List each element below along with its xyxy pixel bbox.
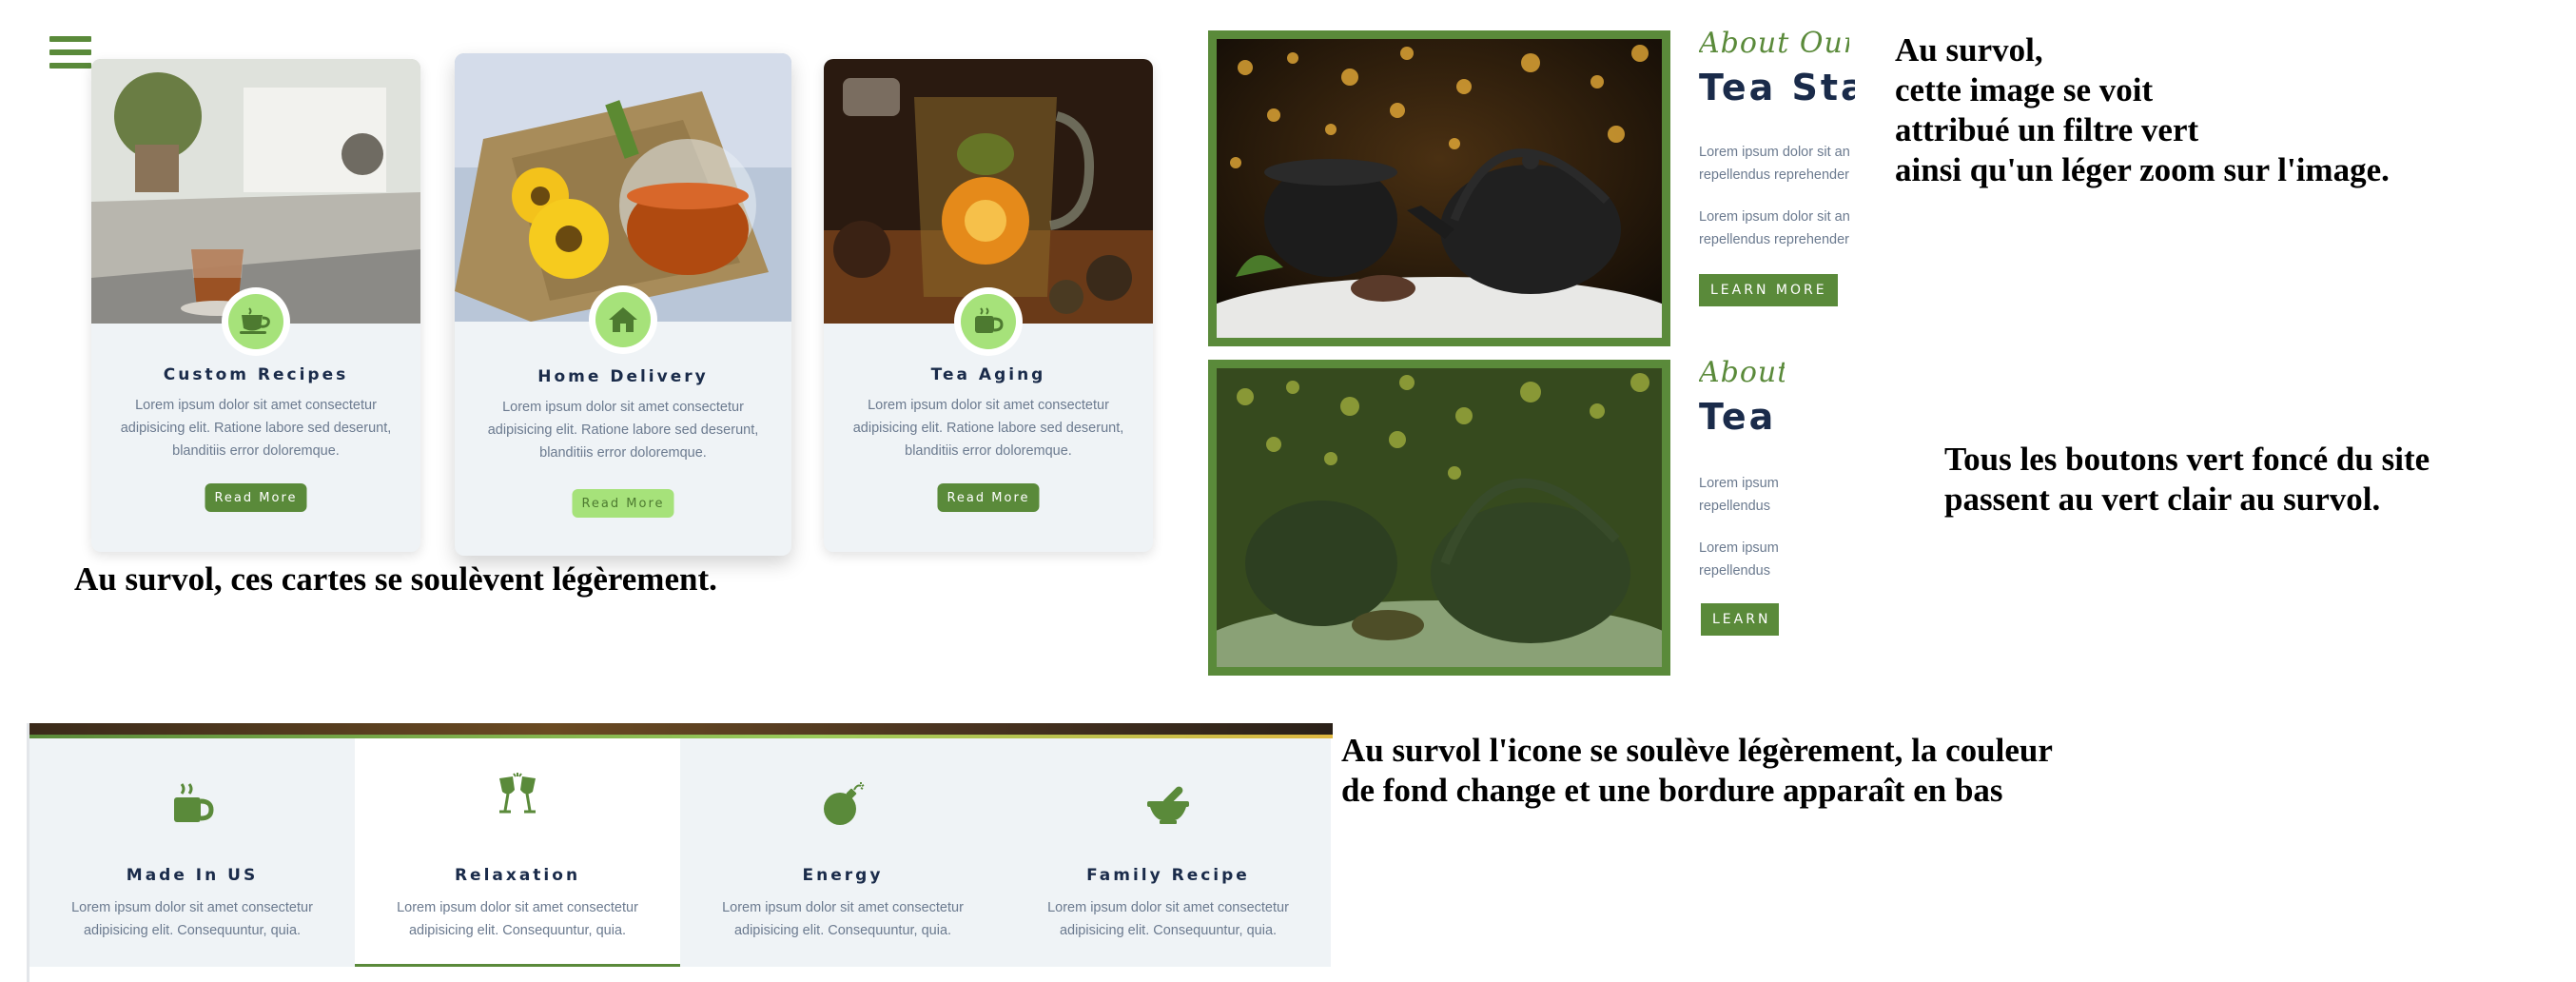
about-title: Tea	[1699, 396, 1777, 438]
feature-title: Relaxation	[454, 866, 581, 885]
service-card-tea-aging[interactable]: Tea Aging Lorem ipsum dolor sit amet con…	[824, 59, 1153, 552]
about-paragraph: Lorem ipsum dolor sit an repellendus rep…	[1699, 141, 1857, 187]
feature-title: Energy	[802, 866, 884, 885]
teapot-photo-green-filter	[1217, 368, 1662, 667]
card-icon-badge	[222, 287, 290, 356]
feature-description: Lorem ipsum dolor sit amet consectetur a…	[1047, 900, 1289, 938]
hamburger-bar	[49, 36, 91, 42]
about-paragraph: Lorem ipsum repellendus	[1699, 472, 1783, 518]
card-photo-flowers-tea	[455, 53, 791, 322]
note-line: de fond change et une bordure apparaît e…	[1341, 772, 2003, 809]
note-line: ainsi qu'un léger zoom sur l'image.	[1895, 151, 2390, 188]
mortar-pestle-icon	[1147, 786, 1189, 824]
read-more-button[interactable]: Read More	[937, 483, 1040, 512]
tea-cup-icon	[240, 307, 270, 334]
coffee-mug-icon	[174, 783, 214, 822]
service-card-home-delivery[interactable]: Home Delivery Lorem ipsum dolor sit amet…	[455, 53, 791, 556]
features-section: Made In US Lorem ipsum dolor sit amet co…	[27, 723, 1339, 982]
card-title: Home Delivery	[537, 367, 709, 386]
read-more-button[interactable]: Read More	[205, 483, 307, 512]
note-line: Au survol l'icone se soulève légèrement,…	[1341, 732, 2053, 769]
image-hover-note: Au survol, cette image se voit attribué …	[1895, 30, 2390, 190]
about-paragraph-line: repellendus	[1699, 563, 1770, 579]
feature-made-in-us[interactable]: Made In US Lorem ipsum dolor sit amet co…	[29, 738, 355, 967]
home-icon	[609, 307, 637, 332]
cards-hover-note: Au survol, ces cartes se soulèvent légèr…	[74, 560, 717, 598]
bomb-icon	[824, 782, 865, 825]
about-paragraph-line: Lorem ipsum	[1699, 476, 1779, 491]
feature-energy[interactable]: Energy Lorem ipsum dolor sit amet consec…	[680, 738, 1005, 967]
about-paragraph-line: repellendus	[1699, 499, 1770, 514]
card-icon-badge	[589, 285, 657, 354]
feature-description: Lorem ipsum dolor sit amet consectetur a…	[397, 900, 638, 938]
about-paragraph-line: Lorem ipsum dolor sit an	[1699, 209, 1850, 225]
note-line: passent au vert clair au survol.	[1944, 481, 2381, 518]
feature-title: Made In US	[126, 866, 259, 885]
card-photo-tea-glass	[91, 59, 420, 324]
note-line: Tous les boutons vert foncé du site	[1944, 441, 2430, 478]
note-line: attribué un filtre vert	[1895, 111, 2199, 148]
feature-description: Lorem ipsum dolor sit amet consectetur a…	[722, 900, 964, 938]
card-title: Custom Recipes	[163, 365, 349, 384]
read-more-button[interactable]: Read More	[572, 489, 674, 518]
card-description: Lorem ipsum dolor sit amet consectetur a…	[487, 400, 759, 461]
feature-relaxation[interactable]: Relaxation Lorem ipsum dolor sit amet co…	[355, 738, 680, 967]
hamburger-bar	[49, 63, 91, 69]
about-script-heading: About	[1699, 356, 1785, 389]
card-icon-badge	[954, 287, 1023, 356]
about-paragraph: Lorem ipsum dolor sit an repellendus rep…	[1699, 206, 1857, 251]
about-paragraph: Lorem ipsum repellendus	[1699, 537, 1783, 582]
learn-more-button[interactable]: LEARN	[1701, 603, 1779, 636]
about-image-frame-hovered	[1208, 360, 1670, 676]
mug-icon	[975, 307, 1004, 333]
card-title: Tea Aging	[930, 365, 1046, 384]
feature-title: Family Recipe	[1086, 866, 1250, 885]
about-paragraph-line: repellendus reprehender	[1699, 167, 1849, 183]
toast-glasses-icon	[499, 773, 536, 814]
note-line: cette image se voit	[1895, 71, 2154, 108]
about-title: Tea Stat	[1699, 67, 1855, 108]
hamburger-menu-icon[interactable]	[49, 36, 91, 72]
note-line: Au survol,	[1895, 31, 2043, 69]
features-banner-image	[29, 723, 1333, 738]
card-description: Lorem ipsum dolor sit amet consectetur a…	[852, 398, 1124, 459]
about-paragraph-line: Lorem ipsum dolor sit an	[1699, 145, 1850, 160]
about-image-frame	[1208, 30, 1670, 346]
learn-more-button[interactable]: LEARN MORE	[1699, 274, 1838, 306]
about-paragraph-line: Lorem ipsum	[1699, 540, 1779, 556]
card-photo-blooming-tea	[824, 59, 1153, 324]
hamburger-bar	[49, 49, 91, 55]
teapot-photo	[1217, 39, 1662, 338]
card-description: Lorem ipsum dolor sit amet consectetur a…	[120, 398, 392, 459]
about-paragraph-line: repellendus reprehender	[1699, 232, 1849, 247]
about-script-heading: About Our	[1699, 27, 1849, 60]
feature-family-recipe[interactable]: Family Recipe Lorem ipsum dolor sit amet…	[1005, 738, 1331, 967]
feature-description: Lorem ipsum dolor sit amet consectetur a…	[71, 900, 313, 938]
service-card-custom-recipes[interactable]: Custom Recipes Lorem ipsum dolor sit ame…	[91, 59, 420, 552]
icons-hover-note: Au survol l'icone se soulève légèrement,…	[1341, 731, 2053, 811]
buttons-hover-note: Tous les boutons vert foncé du site pass…	[1944, 440, 2430, 520]
